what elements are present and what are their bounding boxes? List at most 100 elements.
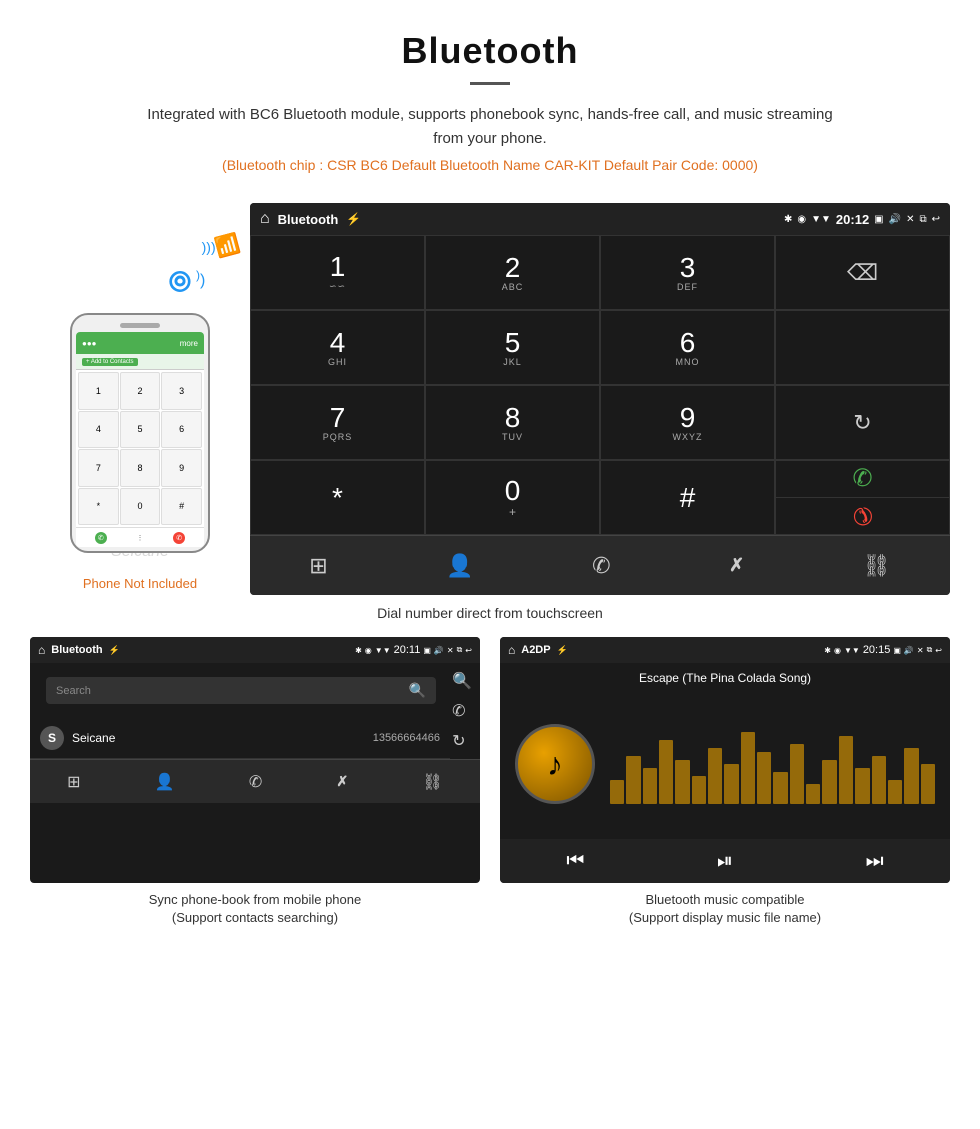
dial-key-3[interactable]: 3DEF: [600, 235, 775, 310]
pb-tab-link[interactable]: ⛓: [423, 772, 443, 792]
tab-link[interactable]: ⛓: [863, 553, 891, 579]
bluetooth-waves-icon: ))) 📶: [202, 233, 240, 258]
phone-dialpad: 1 2 3 4 5 6 7 8 9 * 0 #: [76, 370, 204, 527]
dial-key-1[interactable]: 1∽∽: [250, 235, 425, 310]
phonebook-search-wrapper: Search 🔍: [30, 663, 480, 718]
dial-key-7[interactable]: 7PQRS: [250, 385, 425, 460]
dial-key-hash[interactable]: #: [600, 460, 775, 535]
dial-key-backspace[interactable]: ⌫: [775, 235, 950, 310]
contact-avatar: S: [40, 726, 64, 750]
phonebook-content: Search 🔍 🔍 ✆ ↻ S Seicane 13566664466: [30, 663, 480, 759]
pb-cam-icon: ▣: [423, 646, 431, 655]
phone-key-hash[interactable]: #: [161, 488, 202, 526]
dial-key-star[interactable]: *: [250, 460, 425, 535]
dial-answer-button[interactable]: ✆: [776, 461, 949, 498]
pb-refresh-right-icon[interactable]: ↻: [452, 731, 472, 751]
pb-usb-icon: ⚡: [109, 645, 120, 656]
dial-key-refresh[interactable]: ↻: [775, 385, 950, 460]
dial-key-4[interactable]: 4GHI: [250, 310, 425, 385]
music-time: 20:15: [863, 644, 891, 656]
status-left: ⌂ Bluetooth ⚡: [260, 210, 361, 228]
pb-call-right-icon[interactable]: ✆: [452, 701, 472, 721]
bt-status-icon: ✱: [784, 214, 792, 225]
dial-key-0[interactable]: 0+: [425, 460, 600, 535]
phone-bottom-bar: ✆ ⋮ ✆: [76, 527, 204, 547]
pb-home-icon[interactable]: ⌂: [38, 643, 45, 657]
pb-tab-bt[interactable]: ✗: [337, 773, 349, 790]
phone-end-button[interactable]: ✆: [173, 532, 185, 544]
dial-key-2[interactable]: 2ABC: [425, 235, 600, 310]
music-forward-button[interactable]: ⏭: [866, 850, 884, 873]
close-icon[interactable]: ✕: [906, 214, 914, 225]
viz-bar-4: [659, 740, 673, 804]
viz-bars: [610, 724, 935, 804]
viz-bar-2: [626, 756, 640, 804]
music-back-icon[interactable]: ↩: [935, 646, 942, 655]
dial-key-5[interactable]: 5JKL: [425, 310, 600, 385]
pb-status-icons: ✱ ◉ ▼▼ 20:11 ▣ 🔊 ✕ ⧉ ↩: [355, 644, 472, 656]
pb-bt-icon: ✱: [355, 646, 362, 655]
viz-bar-13: [806, 784, 820, 804]
phone-key-5[interactable]: 5: [120, 411, 161, 449]
back-icon[interactable]: ↩: [932, 214, 940, 225]
viz-bar-20: [921, 764, 935, 804]
phone-key-4[interactable]: 4: [78, 411, 119, 449]
pb-right-icons: 🔍 ✆ ↻: [448, 667, 476, 755]
phone-key-3[interactable]: 3: [161, 372, 202, 410]
pb-tab-calls[interactable]: ✆: [249, 772, 262, 792]
phone-call-button[interactable]: ✆: [95, 532, 107, 544]
music-status-left: ⌂ A2DP ⚡: [508, 643, 568, 657]
svg-text:): ): [200, 272, 205, 289]
phone-key-2[interactable]: 2: [120, 372, 161, 410]
dial-key-9[interactable]: 9WXYZ: [600, 385, 775, 460]
dial-key-8[interactable]: 8TUV: [425, 385, 600, 460]
pb-tab-contacts[interactable]: 👤: [155, 772, 175, 792]
phone-key-8[interactable]: 8: [120, 449, 161, 487]
phone-key-6[interactable]: 6: [161, 411, 202, 449]
viz-bar-18: [888, 780, 902, 804]
tab-bluetooth[interactable]: ✗: [729, 555, 744, 576]
phone-key-9[interactable]: 9: [161, 449, 202, 487]
phonebook-screen: ⌂ Bluetooth ⚡ ✱ ◉ ▼▼ 20:11 ▣ 🔊 ✕ ⧉ ↩: [30, 637, 480, 883]
phone-key-star[interactable]: *: [78, 488, 119, 526]
phone-speaker: [120, 323, 160, 328]
home-icon[interactable]: ⌂: [260, 210, 270, 228]
tab-contacts[interactable]: 👤: [446, 553, 473, 579]
phone-mockup: ●●●more + Add to Contacts 1 2 3 4 5 6 7 …: [70, 313, 210, 553]
phonebook-status-bar: ⌂ Bluetooth ⚡ ✱ ◉ ▼▼ 20:11 ▣ 🔊 ✕ ⧉ ↩: [30, 637, 480, 663]
music-card: ⌂ A2DP ⚡ ✱ ◉ ▼▼ 20:15 ▣ 🔊 ✕ ⧉ ↩ Escape (…: [500, 637, 950, 927]
music-playpause-button[interactable]: ⏯: [717, 850, 733, 873]
phone-key-1[interactable]: 1: [78, 372, 119, 410]
phone-key-7[interactable]: 7: [78, 449, 119, 487]
tab-calls[interactable]: ✆: [592, 553, 610, 579]
pb-sig-icon: ▼▼: [375, 646, 391, 655]
pb-search-right-icon[interactable]: 🔍: [452, 671, 472, 691]
pb-title: Bluetooth: [51, 644, 102, 656]
car-bottom-tabs: ⊞ 👤 ✆ ✗ ⛓: [250, 535, 950, 595]
screen-title: Bluetooth: [278, 212, 339, 227]
dial-empty-1: [775, 310, 950, 385]
status-icons: ✱ ◉ ▼▼ 20:12 ▣ 🔊 ✕ ⧉ ↩: [784, 212, 940, 227]
music-status-bar: ⌂ A2DP ⚡ ✱ ◉ ▼▼ 20:15 ▣ 🔊 ✕ ⧉ ↩: [500, 637, 950, 663]
music-content: ♪: [500, 689, 950, 839]
search-placeholder: Search: [56, 685, 91, 697]
music-usb-icon: ⚡: [557, 645, 568, 656]
music-screen: ⌂ A2DP ⚡ ✱ ◉ ▼▼ 20:15 ▣ 🔊 ✕ ⧉ ↩ Escape (…: [500, 637, 950, 883]
music-close-icon[interactable]: ✕: [917, 646, 924, 655]
viz-bar-10: [757, 752, 771, 804]
music-home-icon[interactable]: ⌂: [508, 643, 515, 657]
main-caption: Dial number direct from touchscreen: [0, 605, 980, 621]
tab-dialpad[interactable]: ⊞: [309, 553, 327, 579]
dial-key-6[interactable]: 6MNO: [600, 310, 775, 385]
pb-tab-dialpad[interactable]: ⊞: [67, 772, 80, 792]
viz-bar-3: [643, 768, 657, 804]
viz-bar-15: [839, 736, 853, 804]
dial-end-button[interactable]: ✆: [776, 498, 949, 535]
music-rewind-button[interactable]: ⏮: [566, 850, 584, 873]
viz-bar-14: [822, 760, 836, 804]
phone-key-0[interactable]: 0: [120, 488, 161, 526]
contact-item[interactable]: S Seicane 13566664466: [30, 718, 450, 759]
pb-back-icon[interactable]: ↩: [465, 646, 472, 655]
pb-close-icon[interactable]: ✕: [447, 646, 454, 655]
phonebook-search-bar[interactable]: Search 🔍: [46, 677, 436, 704]
